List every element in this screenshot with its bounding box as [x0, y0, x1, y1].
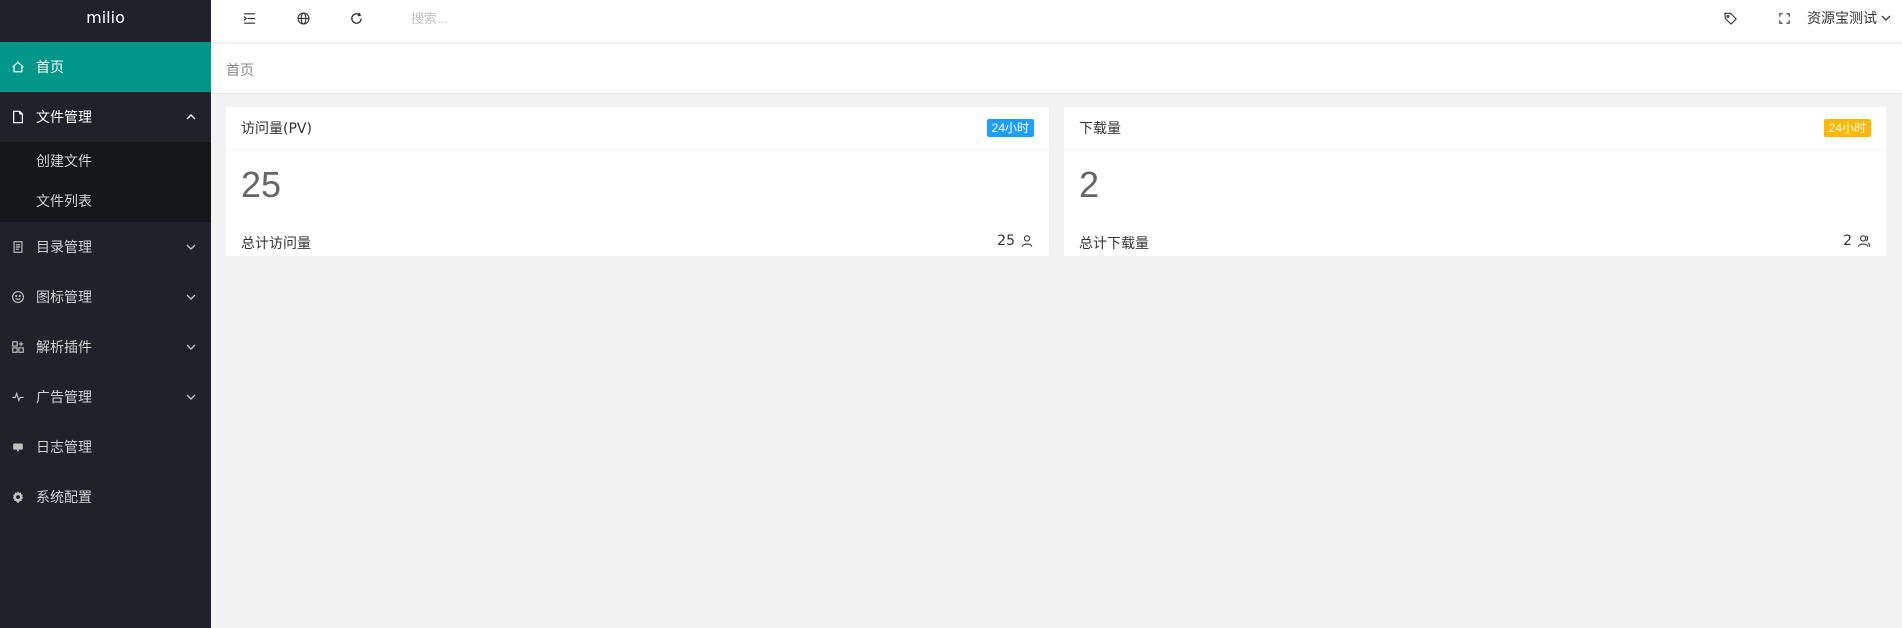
sidebar-item-parse-plugin[interactable]: 解析插件: [0, 322, 211, 372]
app-grid-icon: [11, 340, 25, 354]
user-menu[interactable]: 资源宝测试: [1807, 8, 1892, 28]
search-input[interactable]: [411, 7, 711, 29]
chevron-up-icon: [185, 111, 197, 123]
sidebar-item-label: 广告管理: [36, 390, 92, 406]
sidebar-item-file-management[interactable]: 文件管理: [0, 92, 211, 142]
menu-toggle-icon[interactable]: [239, 8, 259, 28]
fullscreen-icon[interactable]: [1774, 8, 1794, 28]
sidebar-item-label: 文件管理: [36, 110, 92, 126]
refresh-icon[interactable]: [346, 8, 366, 28]
smile-icon: [11, 290, 25, 304]
users-icon: [1857, 235, 1871, 247]
sidebar-item-home[interactable]: 首页: [0, 42, 211, 92]
sidebar-subitem-file-list[interactable]: 文件列表: [0, 182, 211, 222]
card-header: 访问量(PV) 24小时: [226, 107, 1049, 150]
sidebar-item-log-management[interactable]: 日志管理: [0, 422, 211, 472]
card-header: 下载量 24小时: [1064, 107, 1886, 150]
sidebar: milio 首页 文件管理 创建文件 文件列表 目录管理 图标管理 解析插件 广…: [0, 0, 211, 628]
card-title: 下载量: [1079, 121, 1121, 137]
sidebar-item-catalog-management[interactable]: 目录管理: [0, 222, 211, 272]
time-range-badge: 24小时: [986, 119, 1034, 137]
card-body: 25 总计访问量 25: [226, 164, 1049, 252]
chevron-down-icon: [185, 241, 197, 253]
sidebar-subnav-file-management: 创建文件 文件列表: [0, 142, 211, 222]
top-header: 资源宝测试: [211, 0, 1902, 43]
app-logo[interactable]: milio: [0, 0, 211, 42]
sidebar-item-icon-management[interactable]: 图标管理: [0, 272, 211, 322]
card-body: 2 总计下载量 2: [1064, 164, 1886, 252]
globe-icon[interactable]: [293, 8, 313, 28]
chevron-down-icon: [1881, 15, 1891, 21]
breadcrumb: 首页: [211, 44, 1902, 94]
catalog-icon: [11, 240, 25, 254]
time-range-badge: 24小时: [1823, 119, 1871, 137]
user-icon: [1021, 235, 1033, 247]
sidebar-item-label: 图标管理: [36, 290, 92, 306]
stat-subtitle: 总计访问量: [241, 236, 311, 252]
sidebar-item-ad-management[interactable]: 广告管理: [0, 372, 211, 422]
sidebar-item-label: 解析插件: [36, 340, 92, 356]
home-icon: [11, 60, 25, 74]
downloads-card: 下载量 24小时 2 总计下载量 2: [1064, 107, 1886, 256]
sidebar-item-label: 日志管理: [36, 440, 92, 456]
monitor-icon: [11, 440, 25, 454]
stat-subtitle: 总计下载量: [1079, 236, 1149, 252]
chevron-down-icon: [185, 291, 197, 303]
file-icon: [11, 110, 25, 124]
stat-total: 25: [997, 233, 1034, 249]
pulse-icon: [11, 390, 25, 404]
stat-total-value: 25: [997, 233, 1015, 249]
tag-icon[interactable]: [1720, 8, 1740, 28]
sidebar-item-label: 首页: [36, 60, 64, 76]
sidebar-item-label: 系统配置: [36, 490, 92, 506]
stat-value: 25: [241, 164, 282, 205]
chevron-down-icon: [185, 341, 197, 353]
card-title: 访问量(PV): [241, 121, 312, 137]
stat-total-value: 2: [1843, 233, 1852, 249]
breadcrumb-current[interactable]: 首页: [226, 60, 254, 80]
sidebar-item-system-config[interactable]: 系统配置: [0, 472, 211, 522]
stat-value: 2: [1079, 164, 1100, 205]
chevron-down-icon: [185, 391, 197, 403]
sidebar-subitem-create-file[interactable]: 创建文件: [0, 142, 211, 182]
sidebar-item-label: 目录管理: [36, 240, 92, 256]
pv-card: 访问量(PV) 24小时 25 总计访问量 25: [226, 107, 1049, 256]
stat-total: 2: [1843, 233, 1871, 249]
gear-icon: [11, 490, 25, 504]
user-name: 资源宝测试: [1807, 11, 1877, 27]
